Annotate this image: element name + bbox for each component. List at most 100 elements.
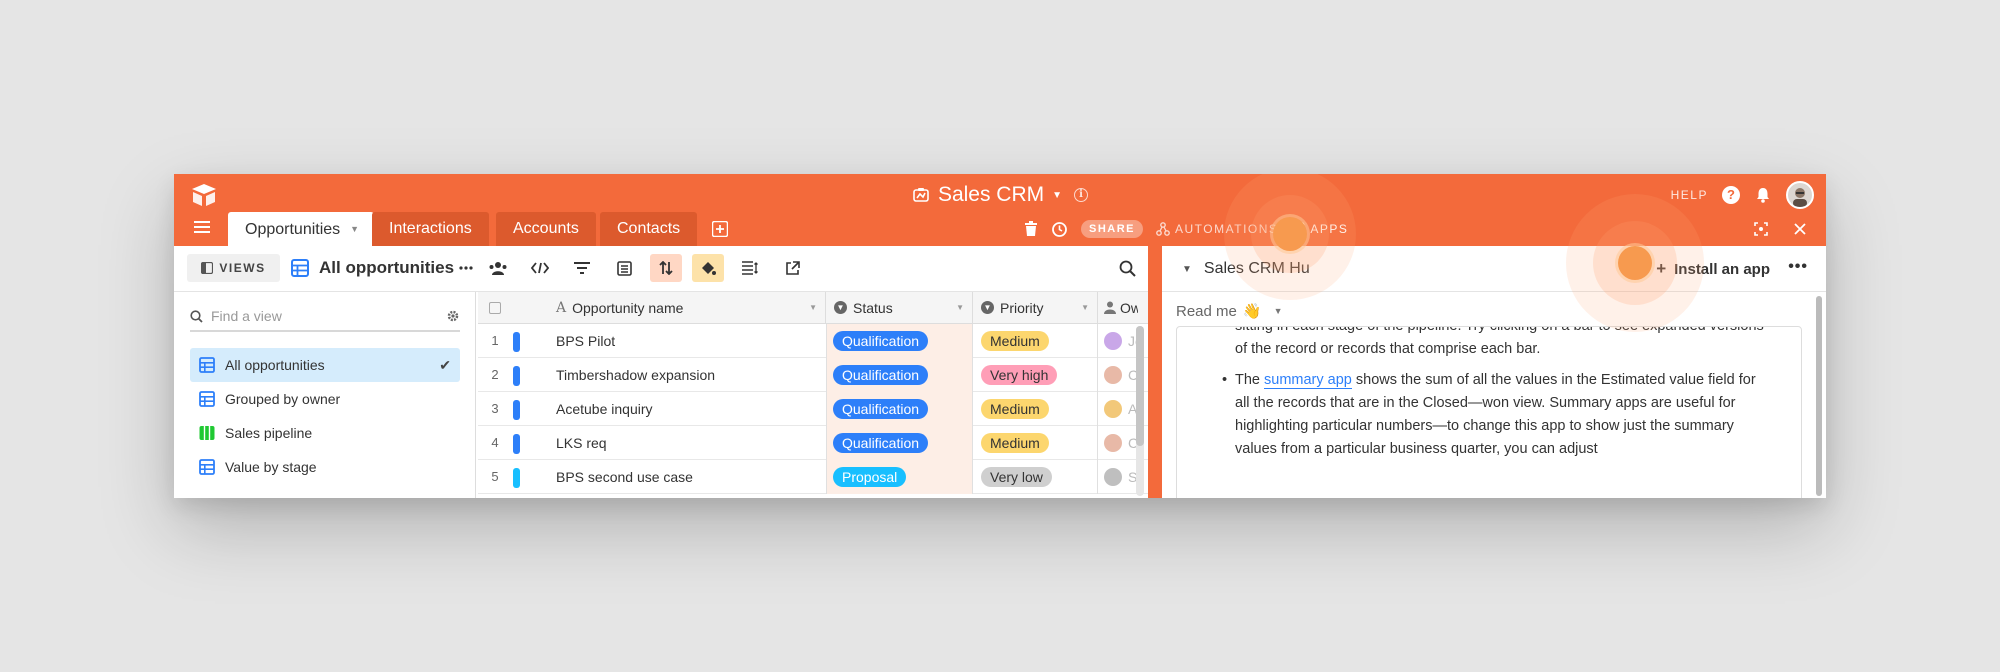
fullscreen-icon[interactable] xyxy=(1754,222,1768,236)
hide-fields-button[interactable] xyxy=(524,254,556,282)
help-label[interactable]: HELP xyxy=(1671,188,1708,202)
tab-accounts[interactable]: Accounts xyxy=(496,212,596,246)
info-icon[interactable]: i xyxy=(1074,188,1089,202)
readme-text-prefix: The xyxy=(1235,372,1265,388)
apps-button[interactable]: APPS xyxy=(1291,222,1348,236)
table-row[interactable]: 4 LKS req Qualification Medium Cameron xyxy=(478,426,1148,460)
dashboard-title[interactable]: ▼ Sales CRM Hu xyxy=(1182,246,1310,292)
status-cell[interactable]: Qualification xyxy=(826,358,973,392)
views-toggle-button[interactable]: VIEWS xyxy=(187,254,280,282)
readme-paragraph: sitting in each stage of the pipeline. T… xyxy=(1235,326,1764,357)
base-title[interactable]: Sales CRM ▼ i xyxy=(174,174,1826,216)
view-menu-button[interactable] xyxy=(456,254,476,282)
owner-cell[interactable]: Amy xyxy=(1098,392,1138,426)
more-icon xyxy=(459,266,473,270)
filter-button[interactable] xyxy=(566,254,598,282)
share-view-button[interactable] xyxy=(776,254,808,282)
owner-cell[interactable]: Jessica xyxy=(1098,324,1138,358)
add-table-icon[interactable] xyxy=(712,221,728,237)
column-header-status[interactable]: ▼ Status ▼ xyxy=(826,292,973,323)
bell-icon[interactable] xyxy=(1754,186,1772,204)
history-icon[interactable] xyxy=(1051,221,1068,238)
table-row[interactable]: 2 Timbershadow expansion Qualification Very… xyxy=(478,358,1148,392)
apps-window-controls xyxy=(1754,212,1806,246)
account-area: HELP ? xyxy=(1671,174,1814,216)
view-item-grouped-by-owner[interactable]: Grouped by owner xyxy=(190,382,460,416)
row-color-bar xyxy=(513,400,520,420)
priority-cell[interactable]: Medium xyxy=(973,324,1098,358)
grid-view-icon xyxy=(199,459,215,475)
grid-scrollbar[interactable] xyxy=(1136,326,1144,496)
owner-cell[interactable]: Simon xyxy=(1098,460,1138,494)
tab-opportunities[interactable]: Opportunities ▼ xyxy=(228,212,374,246)
chevron-down-icon[interactable]: ▼ xyxy=(956,303,964,312)
summary-app-link[interactable]: summary app xyxy=(1264,372,1352,389)
table-row[interactable]: 5 BPS second use case Proposal Very low Simo… xyxy=(478,460,1148,494)
owner-cell[interactable]: Cameron xyxy=(1098,358,1138,392)
color-button[interactable] xyxy=(692,254,724,282)
help-icon[interactable]: ? xyxy=(1722,186,1740,204)
status-cell[interactable]: Proposal xyxy=(826,460,973,494)
gear-icon[interactable] xyxy=(446,309,460,323)
chevron-down-icon[interactable]: ▼ xyxy=(809,303,817,312)
column-header-owner[interactable]: Owner xyxy=(1098,292,1138,323)
select-all-checkbox[interactable] xyxy=(489,301,501,314)
install-app-button[interactable]: + Install an app xyxy=(1656,246,1770,292)
user-avatar[interactable] xyxy=(1786,181,1814,209)
priority-cell[interactable]: Medium xyxy=(973,426,1098,460)
view-item-sales-pipeline[interactable]: Sales pipeline xyxy=(190,416,460,450)
code-icon xyxy=(531,262,549,274)
apps-pane: ▼ Sales CRM Hu + Install an app ••• Read… xyxy=(1162,246,1826,498)
opportunity-name-cell[interactable]: BPS second use case xyxy=(556,460,693,494)
current-view[interactable]: All opportunities xyxy=(291,254,454,282)
group-button[interactable] xyxy=(608,254,640,282)
table-row[interactable]: 1 BPS Pilot Qualification Medium Jessica xyxy=(478,324,1148,358)
collaborators-button[interactable] xyxy=(482,254,514,282)
close-icon[interactable] xyxy=(1794,223,1806,235)
search-icon[interactable] xyxy=(1119,260,1136,277)
status-cell[interactable]: Qualification xyxy=(826,392,973,426)
owner-cell[interactable]: Cameron xyxy=(1098,426,1138,460)
column-label: Opportunity name xyxy=(572,299,684,316)
readme-app-title[interactable]: Read me 👋 ▼ xyxy=(1176,302,1283,321)
bullet-glyph: • xyxy=(1222,372,1228,388)
tab-interactions[interactable]: Interactions xyxy=(372,212,489,246)
priority-cell[interactable]: Very high xyxy=(973,358,1098,392)
tab-contacts[interactable]: Contacts xyxy=(600,212,698,246)
column-header-priority[interactable]: ▼ Priority ▼ xyxy=(973,292,1098,323)
hamburger-menu-icon[interactable] xyxy=(194,220,210,234)
view-item-label: Grouped by owner xyxy=(225,391,341,407)
table-row[interactable]: 3 Acetube inquiry Qualification Medium Amy xyxy=(478,392,1148,426)
collapse-triangle-icon[interactable]: ▼ xyxy=(1182,264,1192,275)
opportunity-name-cell[interactable]: Acetube inquiry xyxy=(556,392,653,426)
opportunity-name-cell[interactable]: BPS Pilot xyxy=(556,324,615,358)
sort-button[interactable] xyxy=(650,254,682,282)
row-color-bar xyxy=(513,468,520,488)
view-item-value-by-stage[interactable]: Value by stage xyxy=(190,450,460,484)
sort-icon xyxy=(659,261,673,275)
chevron-down-icon[interactable]: ▼ xyxy=(1081,303,1089,312)
status-cell[interactable]: Qualification xyxy=(826,426,973,460)
priority-cell[interactable]: Very low xyxy=(973,460,1098,494)
apps-scrollbar[interactable] xyxy=(1816,296,1822,496)
trash-icon[interactable] xyxy=(1024,221,1038,237)
apps-dashboard-header: ▼ Sales CRM Hu + Install an app ••• xyxy=(1162,246,1826,292)
opportunity-name-cell[interactable]: LKS req xyxy=(556,426,607,460)
priority-cell[interactable]: Medium xyxy=(973,392,1098,426)
base-menu-caret-icon[interactable]: ▼ xyxy=(1052,190,1062,201)
row-height-icon xyxy=(742,261,758,275)
row-height-button[interactable] xyxy=(734,254,766,282)
automations-button[interactable]: AUTOMATIONS xyxy=(1156,222,1278,236)
plus-icon: + xyxy=(1656,259,1667,278)
opportunity-name-cell[interactable]: Timbershadow expansion xyxy=(556,358,715,392)
column-header-opportunity-name[interactable]: A Opportunity name ▼ xyxy=(556,292,826,323)
chevron-down-icon[interactable]: ▼ xyxy=(1274,306,1283,316)
share-button[interactable]: SHARE xyxy=(1081,220,1144,238)
install-app-label: Install an app xyxy=(1674,260,1770,278)
status-cell[interactable]: Qualification xyxy=(826,324,973,358)
view-item-all-opportunities[interactable]: All opportunities ✔ xyxy=(190,348,460,382)
chevron-down-icon[interactable]: ▼ xyxy=(350,224,359,234)
more-icon[interactable]: ••• xyxy=(1788,246,1808,292)
find-view-input[interactable]: Find a view xyxy=(190,302,460,332)
status-badge: Proposal xyxy=(833,467,907,487)
